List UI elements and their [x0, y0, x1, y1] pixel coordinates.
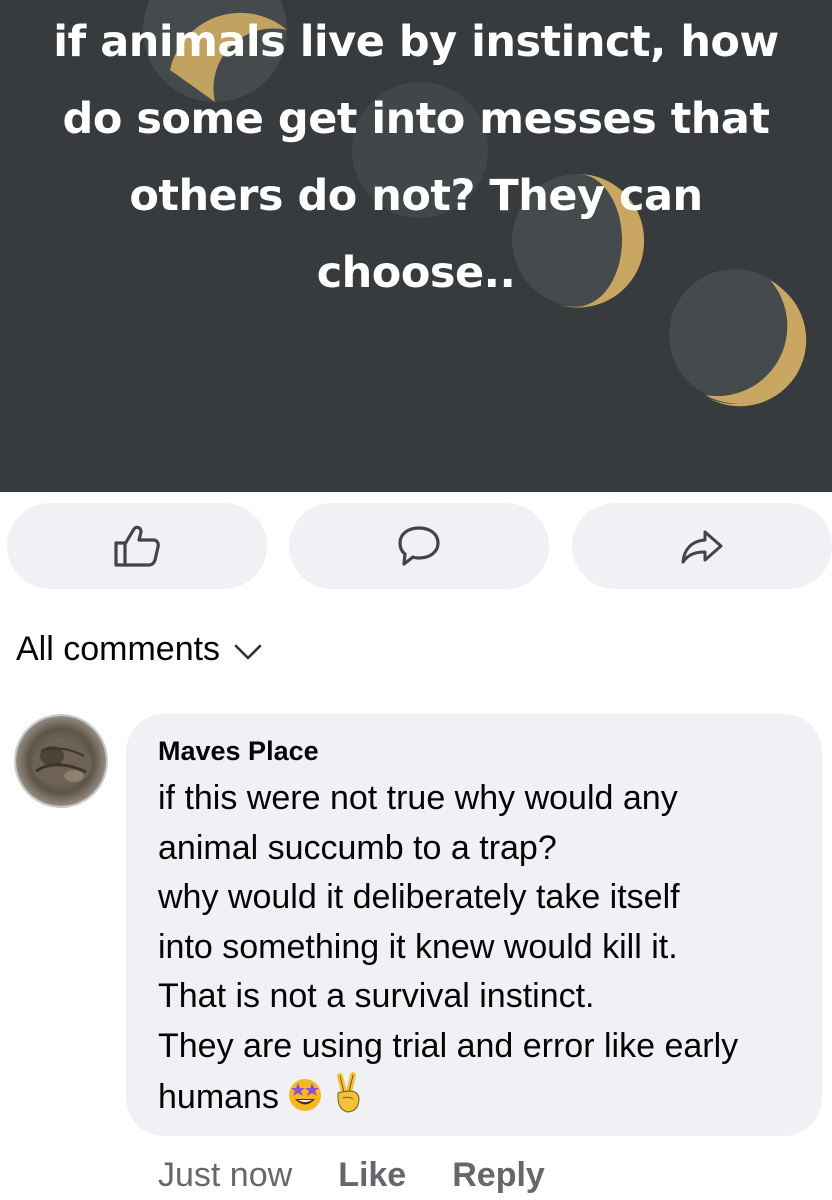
post-text-line: choose.. — [316, 248, 516, 298]
comment-bubble: Maves Place if this were not true why wo… — [126, 714, 822, 1136]
comment-line: They are using trial and error like earl… — [158, 1026, 739, 1065]
comments-filter-dropdown[interactable]: All comments — [16, 626, 262, 672]
comment-text: if this were not true why would any anim… — [158, 774, 808, 1128]
comment-button[interactable] — [289, 503, 549, 589]
post-text-line: do some get into messes that — [62, 94, 770, 144]
comment-line: That is not a survival instinct. — [158, 977, 595, 1016]
comment-line: animal succumb to a trap? — [158, 828, 557, 867]
comment-reply-button[interactable]: Reply — [452, 1156, 545, 1195]
comment-timestamp: Just now — [158, 1155, 293, 1194]
comment-line: humans — [158, 1077, 279, 1116]
share-arrow-icon — [681, 530, 723, 564]
victory-hand-emoji — [331, 1071, 365, 1129]
post-text-line: others do not? They can — [129, 171, 703, 221]
comment-line: if this were not true why would any — [158, 779, 678, 817]
post-action-bar — [0, 503, 832, 589]
comment-like-button[interactable]: Like — [338, 1156, 406, 1195]
comment-bubble-icon — [398, 526, 440, 566]
chevron-down-icon — [234, 644, 262, 660]
avatar[interactable] — [14, 714, 108, 808]
star-struck-emoji — [285, 1074, 325, 1129]
cat-avatar-image — [16, 716, 106, 806]
like-button[interactable] — [7, 503, 267, 589]
post-text-line: if animals live by instinct, how — [53, 17, 779, 67]
share-button[interactable] — [572, 503, 832, 589]
comment-line: into something it knew would kill it. — [158, 927, 678, 966]
thumbs-up-icon — [114, 525, 160, 567]
comment-actions: Just now Like Reply — [158, 1152, 545, 1198]
comments-filter-label: All comments — [16, 629, 221, 668]
comment-last-line: humans — [158, 1071, 808, 1129]
post-banner: if animals live by instinct, how do some… — [0, 0, 832, 492]
comment-line: why would it deliberately take itself — [158, 878, 680, 917]
post-text: if animals live by instinct, how do some… — [20, 4, 812, 312]
comment-author[interactable]: Maves Place — [158, 736, 319, 767]
